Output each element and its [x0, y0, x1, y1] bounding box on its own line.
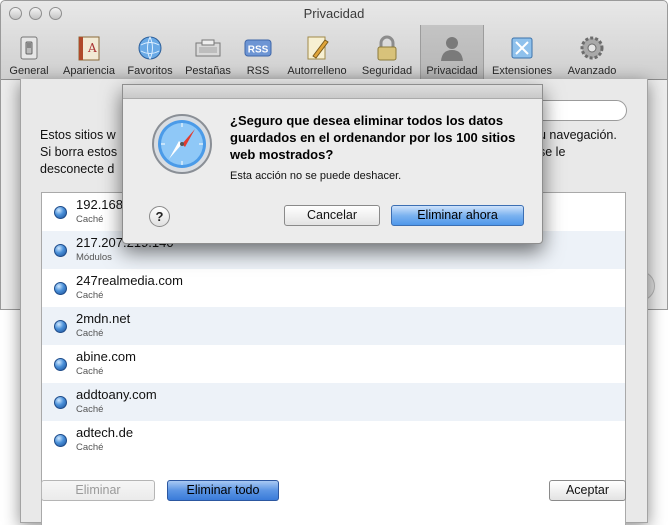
- site-name: 192.168: [76, 197, 123, 212]
- alert-top-bar: [123, 85, 542, 99]
- toolbar-label: Avanzado: [567, 65, 617, 77]
- toolbar-label: General: [9, 65, 49, 77]
- toolbar-label: Seguridad: [361, 65, 413, 77]
- globe-icon: [54, 434, 67, 447]
- site-data-type: Módulos: [76, 252, 112, 263]
- person-silhouette-icon: [441, 37, 463, 61]
- globe-icon: [54, 282, 67, 295]
- site-name: 2mdn.net: [76, 311, 131, 326]
- alert-informative-text: Esta acción no se puede deshacer.: [230, 170, 402, 182]
- toolbar-item-avanzado[interactable]: Avanzado: [561, 29, 623, 79]
- font-book-icon: A: [78, 36, 100, 61]
- toolbar-item-favoritos[interactable]: Favoritos: [123, 29, 177, 79]
- globe-icon: [54, 396, 67, 409]
- toolbar-label: Apariencia: [63, 65, 115, 77]
- toolbar-item-autorrelleno[interactable]: Autorrelleno: [281, 29, 353, 79]
- toolbar-label: Favoritos: [127, 65, 173, 77]
- done-button[interactable]: Aceptar: [549, 480, 626, 501]
- toolbar-item-general[interactable]: General: [5, 29, 53, 79]
- confirm-alert: ¿Seguro que desea eliminar todos los dat…: [122, 84, 543, 244]
- site-data-type: Caché: [76, 290, 104, 301]
- globe-icon: [54, 206, 67, 219]
- gear-icon: [580, 36, 604, 60]
- toolbar-item-rss[interactable]: RSS RSS: [237, 29, 279, 79]
- globe-icon: [138, 36, 162, 60]
- toolbar-item-privacidad[interactable]: Privacidad: [420, 25, 484, 79]
- site-data-type: Caché: [76, 404, 104, 415]
- svg-text:A: A: [87, 41, 97, 55]
- globe-icon: [54, 358, 67, 371]
- site-name: addtoany.com: [76, 387, 157, 402]
- site-name: adtech.de: [76, 425, 134, 440]
- remove-now-button[interactable]: Eliminar ahora: [391, 205, 524, 226]
- list-item[interactable]: addtoany.com Caché: [42, 383, 625, 421]
- globe-icon: [54, 244, 67, 257]
- help-button[interactable]: ?: [149, 206, 170, 227]
- puzzle-icon: [511, 37, 533, 59]
- toolbar-item-pestanas[interactable]: Pestañas: [181, 29, 235, 79]
- window-title: Privacidad: [303, 6, 365, 21]
- alert-title: ¿Seguro que desea eliminar todos los dat…: [230, 113, 516, 162]
- lock-icon: [377, 35, 397, 61]
- toolbar-item-apariencia[interactable]: A Apariencia: [57, 29, 121, 79]
- globe-icon: [54, 320, 67, 333]
- site-data-type: Caché: [76, 442, 104, 453]
- list-item[interactable]: 247realmedia.com Caché: [42, 269, 625, 307]
- list-item[interactable]: abine.com Caché: [42, 345, 625, 383]
- site-data-type: Caché: [76, 366, 104, 377]
- remove-all-button[interactable]: Eliminar todo: [167, 480, 279, 501]
- toolbar-label: Extensiones: [492, 65, 552, 77]
- toolbar-label: Autorrelleno: [287, 65, 347, 77]
- list-item[interactable]: adtech.de Caché: [42, 421, 625, 459]
- sheet-description-right: u navegación. se le: [539, 128, 617, 159]
- safari-compass-icon: [152, 114, 212, 174]
- list-item[interactable]: 2mdn.net Caché: [42, 307, 625, 345]
- svg-text:RSS: RSS: [248, 45, 269, 56]
- cancel-button[interactable]: Cancelar: [284, 205, 380, 226]
- toolbar-label: RSS: [246, 65, 270, 77]
- site-data-type: Caché: [76, 214, 104, 225]
- site-name: abine.com: [76, 349, 136, 364]
- toolbar-label: Pestañas: [185, 65, 231, 77]
- tabs-icon: [195, 39, 221, 57]
- toolbar-label: Privacidad: [426, 65, 478, 77]
- toolbar-item-seguridad[interactable]: Seguridad: [357, 29, 417, 79]
- site-data-type: Caché: [76, 328, 104, 339]
- rss-icon: RSS: [244, 39, 272, 57]
- toolbar-item-extensiones[interactable]: Extensiones: [487, 29, 557, 79]
- site-name: 247realmedia.com: [76, 273, 183, 288]
- remove-button[interactable]: Eliminar: [41, 480, 155, 501]
- switch-icon: [20, 36, 38, 60]
- pencil-icon: [307, 36, 329, 60]
- toolbar: Privacidad General A Apariencia Favorito…: [1, 1, 667, 80]
